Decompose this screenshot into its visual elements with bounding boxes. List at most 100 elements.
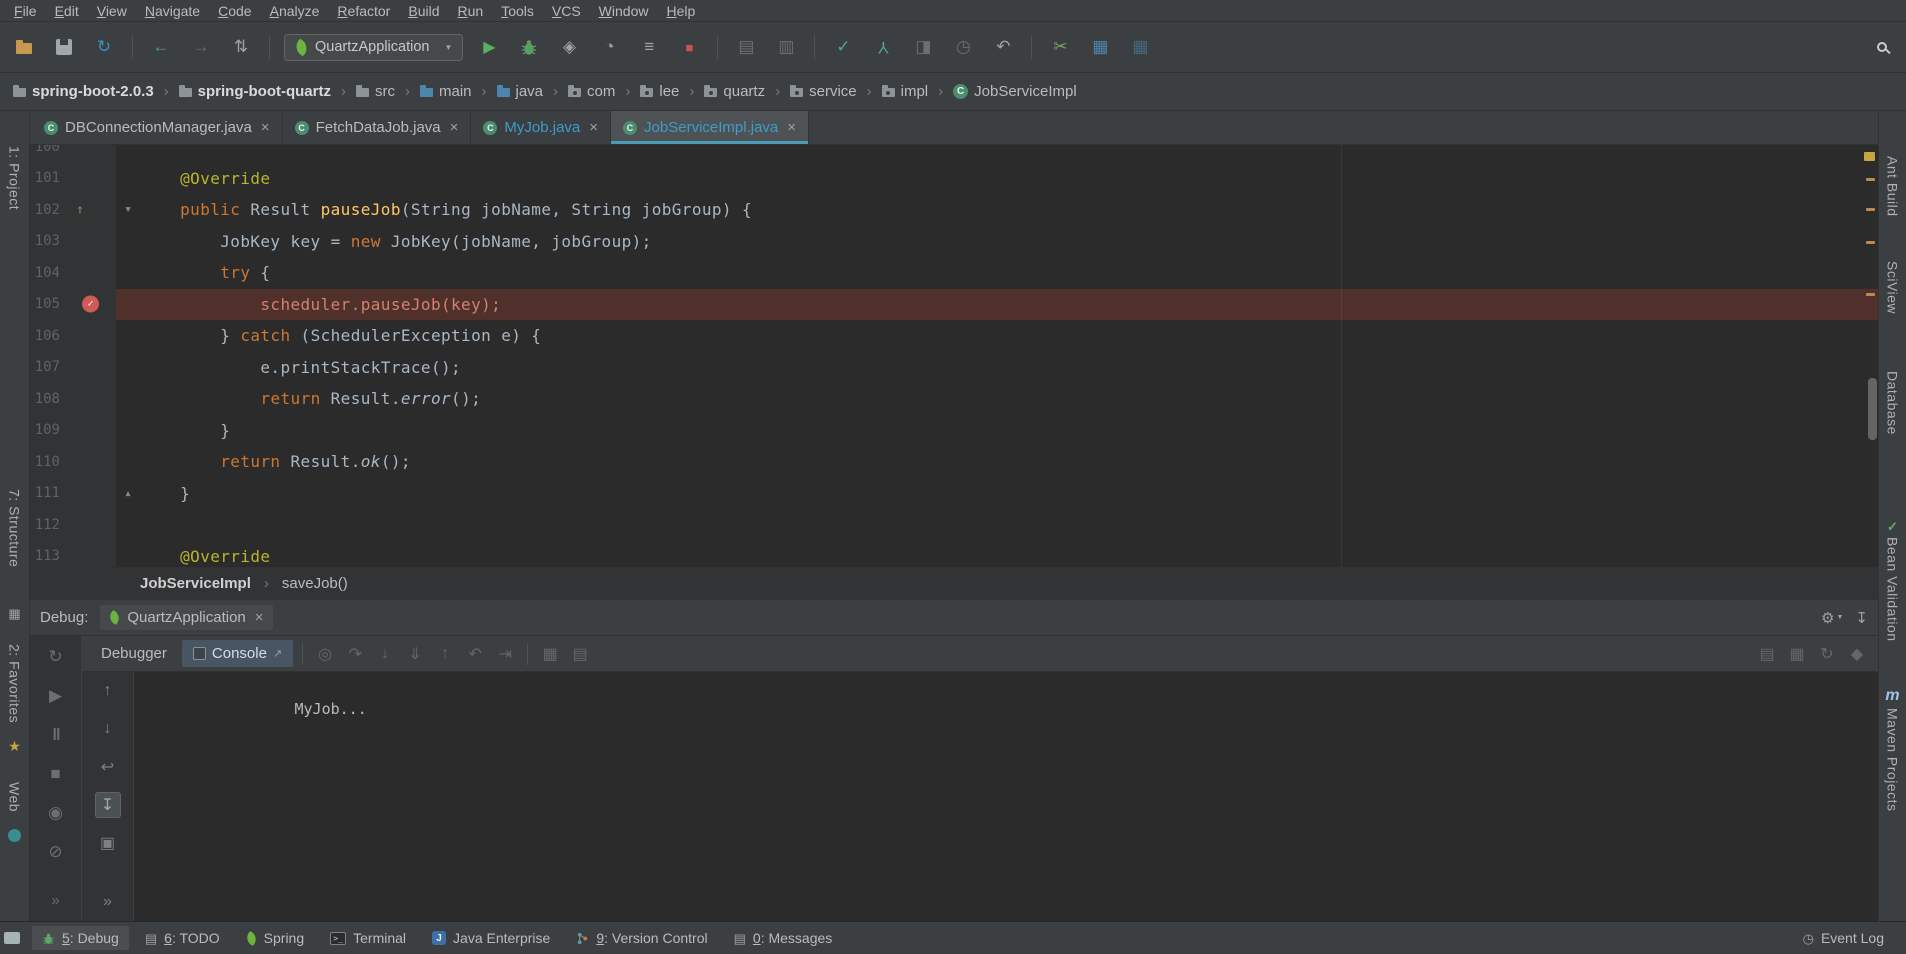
pause-icon[interactable]: ‖ bbox=[43, 722, 69, 748]
forward-icon[interactable]: → bbox=[187, 33, 215, 61]
stop-icon[interactable]: ■ bbox=[43, 761, 69, 787]
toolwindow-structure[interactable]: 7: Structure bbox=[7, 489, 23, 567]
breadcrumb-item[interactable]: com bbox=[565, 80, 618, 103]
menu-item-edit[interactable]: Edit bbox=[46, 2, 88, 20]
statusbar-todo[interactable]: ▤ 6: TODO bbox=[135, 926, 230, 950]
layout-settings-icon[interactable]: ▤ bbox=[567, 641, 593, 667]
breadcrumb-item[interactable]: impl bbox=[879, 80, 932, 103]
open-project-icon[interactable] bbox=[10, 33, 38, 61]
fold-marker[interactable] bbox=[116, 257, 140, 289]
toolwindow-ant-build[interactable]: Ant Build bbox=[1885, 156, 1901, 217]
toolwindow-web[interactable]: Web bbox=[7, 782, 23, 812]
rerun-icon[interactable]: ↻ bbox=[43, 644, 69, 670]
tab-myjob[interactable]: C MyJob.java × bbox=[471, 111, 611, 144]
fold-marker[interactable]: ▾ bbox=[116, 194, 140, 226]
fold-marker[interactable] bbox=[116, 509, 140, 541]
fold-marker[interactable] bbox=[116, 163, 140, 195]
menu-item-tools[interactable]: Tools bbox=[492, 2, 543, 20]
gutter[interactable]: 109 bbox=[30, 415, 116, 447]
memory-view-icon[interactable]: ▦ bbox=[1784, 641, 1810, 667]
coverage-icon[interactable]: ◈ bbox=[555, 33, 583, 61]
console-output[interactable]: MyJob... bbox=[134, 672, 1878, 921]
hide-panel-icon[interactable]: ↧ bbox=[1855, 609, 1868, 627]
menu-item-view[interactable]: View bbox=[88, 2, 136, 20]
gutter[interactable]: 111 bbox=[30, 478, 116, 510]
table-view-icon[interactable]: ▦ bbox=[1126, 33, 1154, 61]
fold-marker[interactable] bbox=[116, 415, 140, 447]
soft-wrap-icon[interactable]: ↩ bbox=[95, 754, 121, 780]
close-icon[interactable]: × bbox=[787, 119, 796, 136]
tab-debugger[interactable]: Debugger bbox=[90, 640, 178, 667]
breadcrumb-method[interactable]: saveJob() bbox=[282, 575, 348, 592]
resume-icon[interactable]: ▶ bbox=[43, 683, 69, 709]
fold-marker[interactable] bbox=[116, 145, 140, 163]
menu-item-analyze[interactable]: Analyze bbox=[261, 2, 329, 20]
shelve-icon[interactable]: ◨ bbox=[909, 33, 937, 61]
hot-swap-icon[interactable]: ◆ bbox=[1844, 641, 1870, 667]
gutter[interactable]: 100 bbox=[30, 145, 116, 163]
tab-dbconnectionmanager[interactable]: C DBConnectionManager.java × bbox=[32, 111, 283, 144]
tab-fetchdatajob[interactable]: C FetchDataJob.java × bbox=[283, 111, 472, 144]
breadcrumb-item[interactable]: spring-boot-2.0.3 bbox=[10, 80, 157, 103]
step-out-icon[interactable]: ↑ bbox=[432, 641, 458, 667]
breadcrumb-item[interactable]: quartz bbox=[701, 80, 768, 103]
console-output-options-icon[interactable]: ↗ bbox=[273, 647, 282, 660]
stop-icon[interactable]: ■ bbox=[675, 33, 703, 61]
statusbar-terminal[interactable]: >_ Terminal bbox=[320, 926, 416, 950]
menu-item-refactor[interactable]: Refactor bbox=[328, 2, 399, 20]
save-all-icon[interactable] bbox=[50, 33, 78, 61]
gutter[interactable]: 104 bbox=[30, 257, 116, 289]
vcs-branch-icon[interactable]: Y bbox=[869, 33, 897, 61]
print-icon[interactable]: ▣ bbox=[95, 830, 121, 856]
undo-icon[interactable]: ↶ bbox=[989, 33, 1017, 61]
build-artifact-icon[interactable]: ▤ bbox=[732, 33, 760, 61]
fold-marker[interactable]: ▴ bbox=[116, 478, 140, 510]
mute-breakpoints-icon[interactable]: ⊘ bbox=[43, 839, 69, 865]
editor[interactable]: 100101 @Override102↑▾ public Result paus… bbox=[30, 145, 1878, 567]
editor-scrollbar[interactable] bbox=[1866, 145, 1878, 567]
statusbar-messages[interactable]: ▤ 0: Messages bbox=[724, 926, 843, 950]
menu-item-window[interactable]: Window bbox=[590, 2, 658, 20]
breadcrumb-item[interactable]: service bbox=[787, 80, 860, 103]
breadcrumb-class[interactable]: JobServiceImpl bbox=[140, 575, 251, 592]
fold-marker[interactable] bbox=[116, 320, 140, 352]
close-icon[interactable]: × bbox=[255, 609, 264, 626]
drop-frame-icon[interactable]: ↶ bbox=[462, 641, 488, 667]
gutter[interactable]: 101 bbox=[30, 163, 116, 195]
restore-layout-icon[interactable]: ▤ bbox=[1754, 641, 1780, 667]
event-log[interactable]: ◷ Event Log bbox=[1793, 926, 1894, 950]
tab-jobserviceimpl[interactable]: C JobServiceImpl.java × bbox=[611, 111, 809, 144]
gutter[interactable]: 107 bbox=[30, 352, 116, 384]
close-icon[interactable]: × bbox=[450, 119, 459, 136]
statusbar-spring[interactable]: Spring bbox=[236, 926, 314, 950]
gutter[interactable]: 110 bbox=[30, 446, 116, 478]
refresh-frame-icon[interactable]: ↻ bbox=[1814, 641, 1840, 667]
breakpoint-icon[interactable]: ✓ bbox=[82, 296, 99, 313]
fold-marker[interactable] bbox=[116, 289, 140, 321]
web-icon[interactable] bbox=[8, 829, 21, 842]
run-to-cursor-icon[interactable]: ⇥ bbox=[492, 641, 518, 667]
close-icon[interactable]: × bbox=[261, 119, 270, 136]
sort-lines-icon[interactable]: ⇅ bbox=[227, 33, 255, 61]
toolwindow-bean-validation[interactable]: Bean Validation bbox=[1885, 537, 1901, 642]
menu-item-code[interactable]: Code bbox=[209, 2, 260, 20]
toolwindow-favorites[interactable]: 2: Favorites bbox=[7, 644, 23, 723]
back-icon[interactable]: ← bbox=[147, 33, 175, 61]
toolwindow-sciview[interactable]: SciView bbox=[1885, 261, 1901, 314]
history-icon[interactable]: ◷ bbox=[949, 33, 977, 61]
breadcrumb-item[interactable]: src bbox=[353, 80, 398, 103]
fold-marker[interactable] bbox=[116, 541, 140, 568]
bean-validation-icon[interactable]: ✓ bbox=[1887, 520, 1898, 533]
evaluate-expression-icon[interactable]: ▦ bbox=[537, 641, 563, 667]
menu-item-vcs[interactable]: VCS bbox=[543, 2, 590, 20]
breadcrumb-item[interactable]: spring-boot-quartz bbox=[176, 80, 334, 103]
gutter[interactable]: 103 bbox=[30, 226, 116, 258]
breadcrumb-item[interactable]: main bbox=[417, 80, 475, 103]
vcs-commit-icon[interactable]: ✓ bbox=[829, 33, 857, 61]
gutter[interactable]: 113 bbox=[30, 541, 116, 568]
more-actions-icon[interactable]: » bbox=[95, 889, 121, 915]
menu-item-run[interactable]: Run bbox=[448, 2, 492, 20]
synchronize-icon[interactable]: ↻ bbox=[90, 33, 118, 61]
gutter[interactable]: 106 bbox=[30, 320, 116, 352]
profiler-icon[interactable]: ◔ bbox=[595, 33, 623, 61]
